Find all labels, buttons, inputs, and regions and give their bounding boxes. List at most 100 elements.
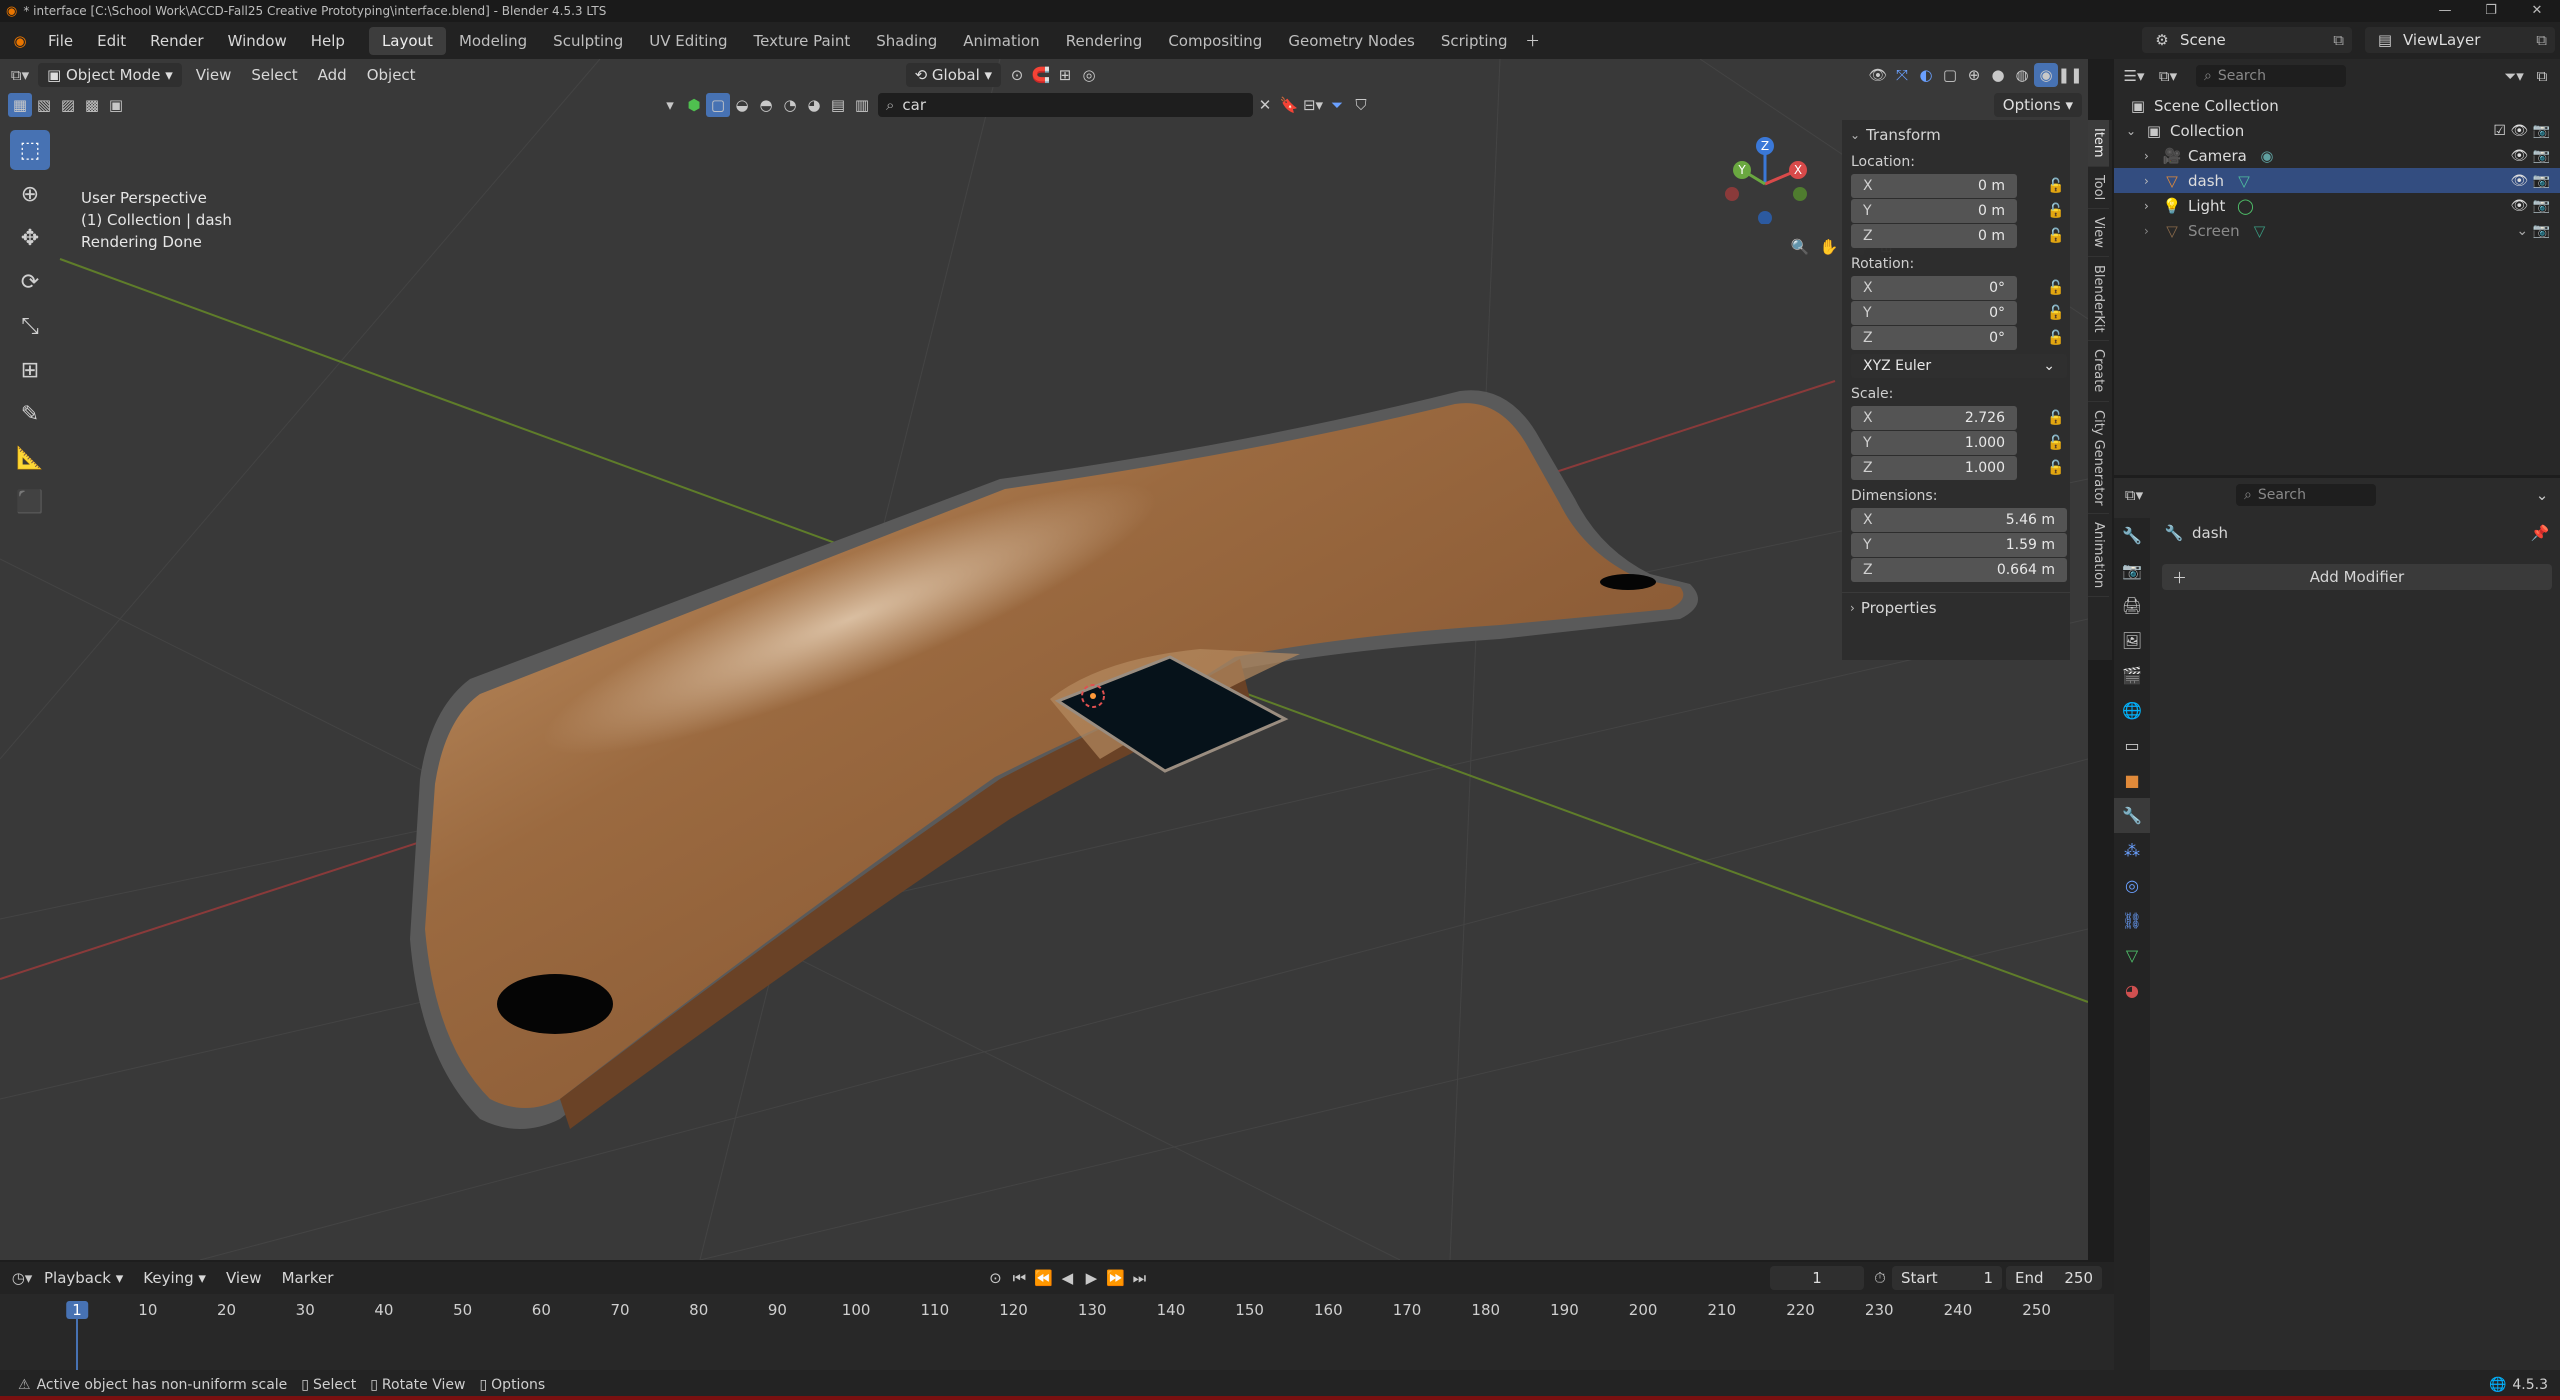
options-button[interactable]: Options ▾ [1993,93,2082,117]
lock-icon[interactable]: 🔓 [2047,228,2064,244]
mesh-data-icon[interactable]: ▽ [2232,169,2256,193]
close-icon[interactable]: ✕ [2514,0,2560,22]
menu-file[interactable]: File [36,32,85,50]
sidebar-tab-city-generator[interactable]: City Generator [2088,402,2109,515]
menu-timeline-view[interactable]: View [216,1269,272,1287]
physics-properties-icon[interactable]: ◎ [2114,868,2150,903]
snap-target-icon[interactable]: ⊞ [1053,63,1077,87]
maximize-icon[interactable]: ❐ [2468,0,2514,22]
sidebar-tab-animation[interactable]: Animation [2088,514,2109,598]
data-properties-icon[interactable]: ▽ [2114,938,2150,973]
lock-icon[interactable]: 🔓 [2047,435,2064,451]
gizmo-toggle-icon[interactable]: ⤧ [1890,63,1914,87]
transform-panel-header[interactable]: ⌄ Transform [1842,120,2070,150]
snap-icon[interactable]: 🧲 [1029,63,1053,87]
pivot-icon[interactable]: ⊙ [1005,63,1029,87]
tab-scripting[interactable]: Scripting [1428,27,1521,55]
navigation-gizmo[interactable]: Z X Y [1720,134,1810,224]
visibility-icon[interactable]: 👁 [1866,63,1890,87]
auto-keying-icon[interactable]: ⊙ [983,1266,1007,1290]
add-cube-tool-icon[interactable]: ⬛ [10,482,50,522]
select-subtract-icon[interactable]: ▨ [56,93,80,117]
tab-sculpting[interactable]: Sculpting [540,27,636,55]
collection-properties-icon[interactable]: ▭ [2114,728,2150,763]
rotation-mode-dropdown[interactable]: XYZ Euler ⌄ [1851,354,2067,378]
menu-keying[interactable]: Keying ▾ [133,1269,216,1287]
zoom-icon[interactable]: 🔍 [1788,235,1812,259]
light-data-icon[interactable]: ◯ [2233,194,2257,218]
cursor-tool-icon[interactable]: ⊕ [10,174,50,214]
output-properties-icon[interactable]: 🖨 [2114,588,2150,623]
color-picker-icon[interactable]: ⬢ [682,93,706,117]
material-shading-icon[interactable]: ◍ [2010,63,2034,87]
filter-icon-4[interactable]: ◔ [778,93,802,117]
properties-editor-icon[interactable]: ⧉▾ [2122,483,2146,507]
current-frame-field[interactable]: 1 [1770,1266,1864,1290]
xray-icon[interactable]: ▢ [1938,63,1962,87]
new-collection-icon[interactable]: ⧉ [2530,64,2554,88]
tab-rendering[interactable]: Rendering [1053,27,1156,55]
scene-selector[interactable]: ⚙ Scene ⧉ [2142,27,2352,53]
lock-icon[interactable]: 🔓 [2047,305,2064,321]
asset-search-field[interactable]: ⌕ car [878,93,1253,117]
properties-search-input[interactable]: ⌕ Search [2236,484,2376,506]
minimize-icon[interactable]: — [2422,0,2468,22]
filter-icon-3[interactable]: ◓ [754,93,778,117]
select-extend-icon[interactable]: ▧ [32,93,56,117]
dimension-y-field[interactable]: Y 1.59 m [1851,533,2067,557]
outliner-search-input[interactable]: ⌕ Search [2196,65,2346,87]
particles-properties-icon[interactable]: ⁂ [2114,833,2150,868]
dash-mesh[interactable] [410,390,1698,1129]
display-mode-icon[interactable]: ⧉▾ [2156,64,2180,88]
orientation-selector[interactable]: ⟲ Global ▾ [905,63,1002,87]
scale-z-field[interactable]: Z 1.000 🔓 [1851,456,2064,480]
filter-icon-6[interactable]: ▤ [826,93,850,117]
tab-compositing[interactable]: Compositing [1155,27,1275,55]
tab-uv-editing[interactable]: UV Editing [636,27,740,55]
start-frame-field[interactable]: Start 1 [1892,1266,2002,1290]
menu-select[interactable]: Select [241,66,307,84]
proportional-edit-icon[interactable]: ◎ [1077,63,1101,87]
select-tool-icon[interactable]: ⬚ [10,130,50,170]
filter-icon[interactable]: ⏷▾ [2502,64,2526,88]
location-y-field[interactable]: Y 0 m 🔓 [1851,199,2064,223]
menu-help[interactable]: Help [299,32,357,50]
new-scene-icon[interactable]: ⧉ [2333,31,2344,49]
outliner-scene-collection[interactable]: ▣ Scene Collection [2114,93,2560,118]
menu-playback[interactable]: Playback ▾ [34,1269,133,1287]
select-intersect-icon[interactable]: ▣ [104,93,128,117]
overlay-icon[interactable]: ◐ [1914,63,1938,87]
filter-icon-7[interactable]: ▥ [850,93,874,117]
filter-dropdown-icon[interactable]: ▾ [658,93,682,117]
constraints-properties-icon[interactable]: ⛓ [2114,903,2150,938]
layout-icon[interactable]: ⊟▾ [1301,93,1325,117]
scale-y-field[interactable]: Y 1.000 🔓 [1851,431,2064,455]
hidden-toggle-icon[interactable]: ⌄ 📷 [2516,223,2550,239]
rotation-y-field[interactable]: Y 0° 🔓 [1851,301,2064,325]
scale-tool-icon[interactable]: ⤡ [10,306,50,346]
menu-marker[interactable]: Marker [272,1269,344,1287]
expand-chevron-icon[interactable]: › [2144,224,2160,238]
menu-edit[interactable]: Edit [85,32,138,50]
expand-chevron-icon[interactable]: › [2144,174,2160,188]
visibility-toggle-icon[interactable]: 👁 📷 [2510,198,2550,214]
play-reverse-icon[interactable]: ◀ [1055,1266,1079,1290]
tab-layout[interactable]: Layout [368,26,446,55]
filter-icon-1[interactable]: ▢ [706,93,730,117]
scale-x-field[interactable]: X 2.726 🔓 [1851,406,2064,430]
object-properties-icon[interactable]: ■ [2114,763,2150,798]
lock-icon[interactable]: 🔓 [2047,460,2064,476]
outliner-item-screen[interactable]: › ▽ Screen ▽ ⌄ 📷 [2114,218,2560,243]
menu-add[interactable]: Add [308,66,357,84]
lock-icon[interactable]: 🔓 [2047,280,2064,296]
material-properties-icon[interactable]: ◕ [2114,973,2150,1008]
add-workspace-icon[interactable]: ＋ [1521,29,1545,53]
clear-search-icon[interactable]: ✕ [1253,93,1277,117]
lock-icon[interactable]: 🔓 [2047,410,2064,426]
tab-texture-paint[interactable]: Texture Paint [740,27,863,55]
sidebar-tab-create[interactable]: Create [2088,341,2109,402]
rotation-x-field[interactable]: X 0° 🔓 [1851,276,2064,300]
clock-icon[interactable]: ⏱ [1868,1266,1892,1290]
end-frame-field[interactable]: End 250 [2006,1266,2102,1290]
next-keyframe-icon[interactable]: ⏩ [1103,1266,1127,1290]
